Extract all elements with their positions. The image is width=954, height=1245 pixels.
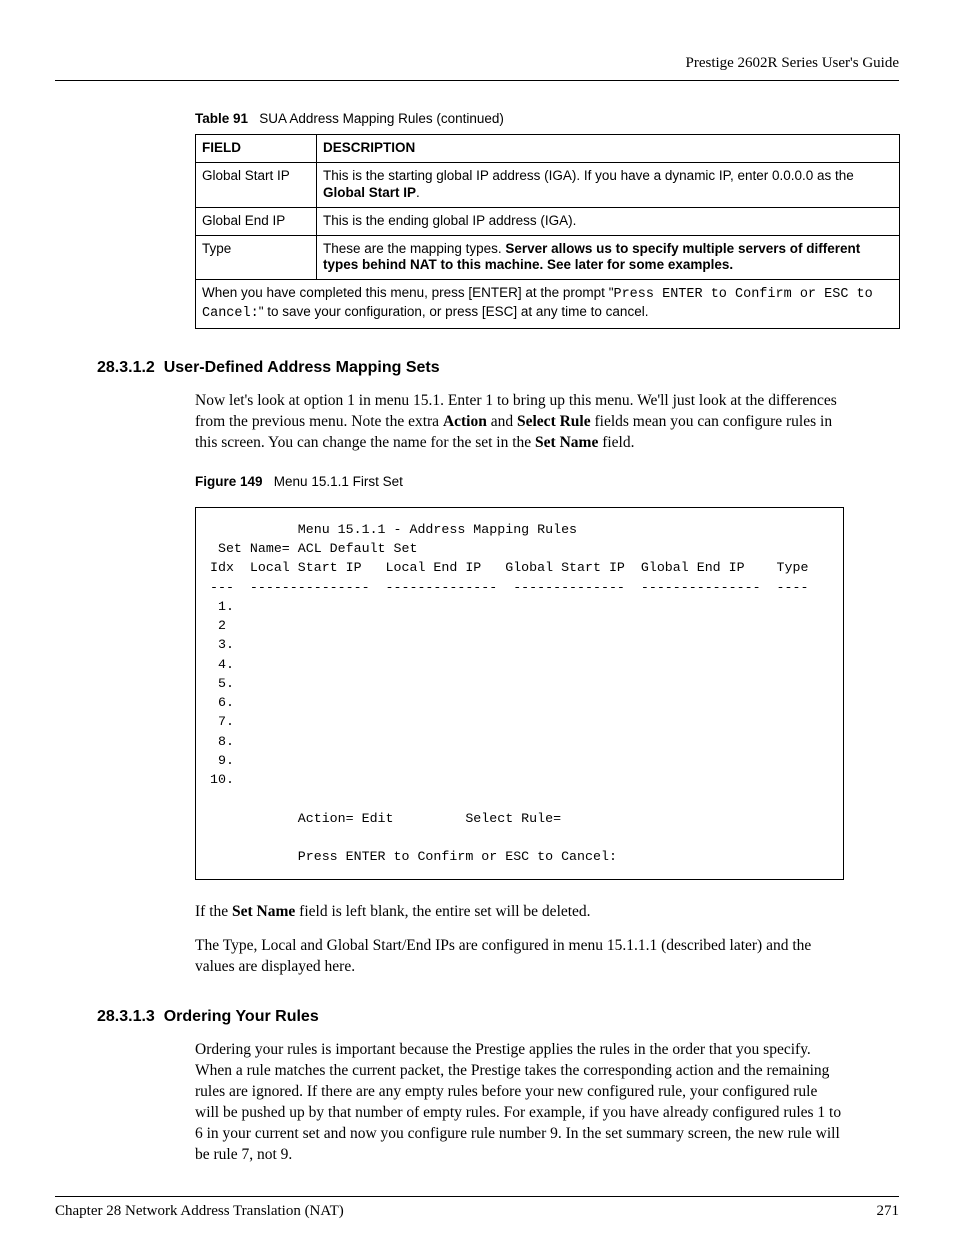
body-text: field. xyxy=(598,434,634,451)
cell-desc: These are the mapping types. Server allo… xyxy=(317,235,900,280)
footer-text: When you have completed this menu, press… xyxy=(202,285,613,300)
cell-desc: This is the starting global IP address (… xyxy=(317,162,900,207)
paragraph: If the Set Name field is left blank, the… xyxy=(195,902,844,923)
desc-text: These are the mapping types. xyxy=(323,241,505,256)
table-row: Global End IP This is the ending global … xyxy=(196,207,900,235)
figure-text: Menu 15.1.1 First Set xyxy=(274,474,403,489)
table-footer-cell: When you have completed this menu, press… xyxy=(196,280,900,329)
table-caption-label: Table 91 xyxy=(195,111,248,126)
running-head: Prestige 2602R Series User's Guide xyxy=(55,55,899,81)
footer-text: " to save your configuration, or press [… xyxy=(259,304,649,319)
table-header-row: FIELD DESCRIPTION xyxy=(196,135,900,163)
body-text: If the xyxy=(195,903,232,920)
figure-label: Figure 149 xyxy=(195,474,263,489)
document-page: Prestige 2602R Series User's Guide Table… xyxy=(0,0,954,1245)
bold-term: Set Name xyxy=(535,434,598,451)
page-footer: Chapter 28 Network Address Translation (… xyxy=(55,1196,899,1220)
cell-field: Global Start IP xyxy=(196,162,317,207)
terminal-menu: Menu 15.1.1 - Address Mapping Rules Set … xyxy=(195,507,844,880)
table-footer-row: When you have completed this menu, press… xyxy=(196,280,900,329)
cell-field: Type xyxy=(196,235,317,280)
body-text: field is left blank, the entire set will… xyxy=(295,903,590,920)
section-number: 28.3.1.3 xyxy=(97,1008,155,1025)
section-number: 28.3.1.2 xyxy=(97,359,155,376)
footer-page-number: 271 xyxy=(877,1203,900,1220)
th-description: DESCRIPTION xyxy=(317,135,900,163)
sua-mapping-table: FIELD DESCRIPTION Global Start IP This i… xyxy=(195,134,900,329)
table-row: Type These are the mapping types. Server… xyxy=(196,235,900,280)
paragraph: Now let's look at option 1 in menu 15.1.… xyxy=(195,391,844,454)
cell-desc: This is the ending global IP address (IG… xyxy=(317,207,900,235)
section-heading: 28.3.1.3 Ordering Your Rules xyxy=(97,1008,899,1026)
bold-term: Action xyxy=(443,413,487,430)
paragraph: Ordering your rules is important because… xyxy=(195,1040,844,1166)
paragraph: The Type, Local and Global Start/End IPs… xyxy=(195,936,844,978)
body-text: and xyxy=(487,413,517,430)
th-field: FIELD xyxy=(196,135,317,163)
table-row: Global Start IP This is the starting glo… xyxy=(196,162,900,207)
desc-text: This is the ending global IP address (IG… xyxy=(323,213,576,228)
section-title: User-Defined Address Mapping Sets xyxy=(164,359,440,376)
table-caption: Table 91 SUA Address Mapping Rules (cont… xyxy=(195,111,899,126)
desc-text: . xyxy=(416,185,420,200)
bold-term: Select Rule xyxy=(517,413,591,430)
desc-text: This is the starting global IP address (… xyxy=(323,168,854,183)
figure-caption: Figure 149 Menu 15.1.1 First Set xyxy=(195,474,899,489)
desc-bold: Global Start IP xyxy=(323,185,416,200)
section-heading: 28.3.1.2 User-Defined Address Mapping Se… xyxy=(97,359,899,377)
section-title: Ordering Your Rules xyxy=(164,1008,319,1025)
bold-term: Set Name xyxy=(232,903,295,920)
table-caption-text: SUA Address Mapping Rules (continued) xyxy=(259,111,504,126)
footer-chapter: Chapter 28 Network Address Translation (… xyxy=(55,1203,344,1220)
cell-field: Global End IP xyxy=(196,207,317,235)
